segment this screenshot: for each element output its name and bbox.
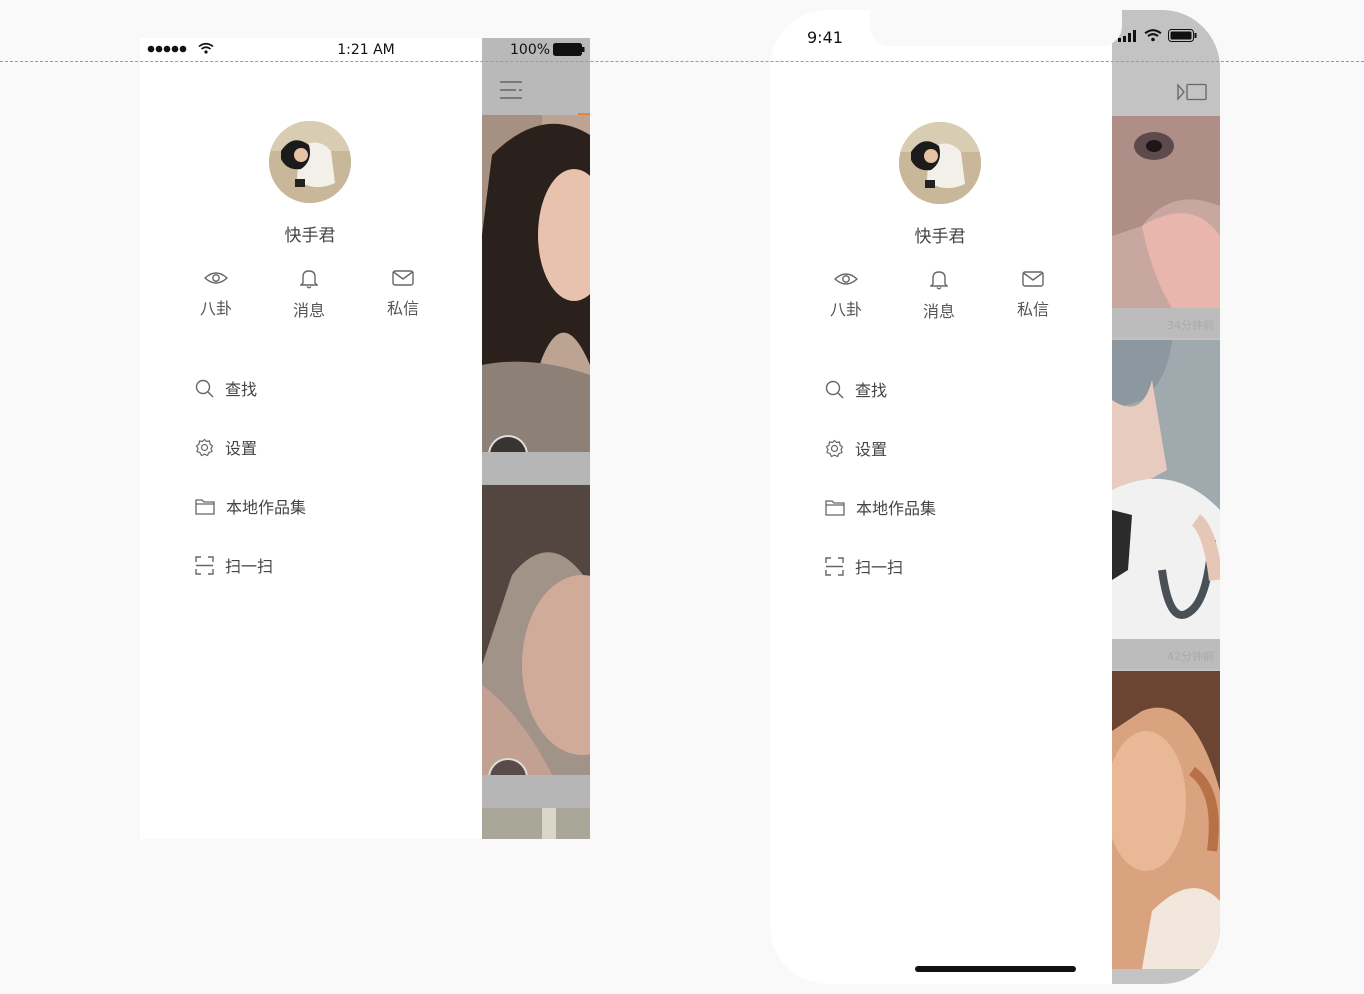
menu-item-search[interactable]: 查找 (825, 376, 887, 402)
side-drawer: 快手君 八卦 消息 私信 查找 设置 本地作品集 扫一扫 (770, 10, 1112, 984)
avatar[interactable] (269, 121, 351, 203)
status-bar: 1:21 AM 100% (140, 38, 590, 62)
feed-photo[interactable] (482, 485, 590, 775)
user-name[interactable]: 快手君 (250, 221, 370, 246)
menu-item-label: 扫一扫 (855, 558, 904, 577)
battery-percent: 100% (510, 42, 551, 58)
eye-icon (834, 273, 858, 285)
phone-frame-iphone8: 1:21 AM 100% 快手君 八卦 消息 私信 查找 设置 本地作品集 扫一… (140, 38, 590, 839)
bell-icon (300, 270, 318, 289)
quick-action-label: 私信 (1016, 300, 1049, 319)
quick-action-messages[interactable]: 消息 (279, 269, 339, 321)
quick-action-direct-message[interactable]: 私信 (1003, 270, 1063, 320)
folder-icon (825, 499, 845, 516)
quick-action-gossip[interactable]: 八卦 (186, 269, 246, 319)
quick-action-label: 八卦 (829, 300, 862, 319)
feed-photo[interactable] (1112, 340, 1220, 639)
feed-panel (482, 38, 590, 839)
feed-card-footer (482, 452, 590, 484)
quick-action-gossip[interactable]: 八卦 (816, 270, 876, 320)
gear-icon (195, 438, 214, 456)
battery-icon (553, 43, 585, 56)
feed-photo[interactable] (482, 808, 590, 839)
feed-photo[interactable] (1112, 671, 1220, 969)
home-indicator[interactable] (915, 966, 1076, 972)
menu-item-settings[interactable]: 设置 (195, 434, 257, 460)
menu-item-settings[interactable]: 设置 (825, 435, 887, 461)
bell-icon (930, 271, 948, 290)
signal-dots-icon (147, 45, 187, 53)
quick-action-messages[interactable]: 消息 (909, 270, 969, 322)
cellular-signal-icon (1118, 30, 1136, 42)
wifi-icon (1144, 29, 1162, 42)
guide-line (0, 61, 1364, 62)
video-camera-icon[interactable] (1176, 83, 1208, 101)
scan-icon (195, 555, 214, 575)
menu-item-search[interactable]: 查找 (195, 375, 257, 401)
eye-icon (204, 272, 228, 284)
avatar[interactable] (899, 122, 981, 204)
mail-icon (1022, 271, 1044, 287)
quick-action-label: 八卦 (199, 299, 232, 318)
search-icon (195, 379, 214, 397)
battery-icon (1168, 29, 1197, 42)
feed-photo[interactable] (1112, 116, 1220, 308)
status-bar: 9:41 (770, 24, 1220, 48)
feed-photo[interactable] (482, 115, 590, 452)
menu-item-scan[interactable]: 扫一扫 (825, 553, 903, 579)
gear-icon (825, 439, 844, 457)
menu-item-label: 查找 (225, 380, 258, 399)
search-icon (825, 380, 844, 398)
menu-item-label: 本地作品集 (856, 499, 937, 518)
status-time: 1:21 AM (337, 42, 395, 58)
side-drawer: 快手君 八卦 消息 私信 查找 设置 本地作品集 扫一扫 (140, 38, 482, 839)
menu-item-label: 设置 (225, 439, 258, 458)
mail-icon (392, 270, 414, 286)
menu-item-label: 本地作品集 (226, 498, 307, 517)
menu-item-local-works[interactable]: 本地作品集 (825, 494, 936, 520)
feed-card-footer (482, 775, 590, 807)
menu-item-label: 查找 (855, 381, 888, 400)
folder-icon (195, 498, 215, 515)
scan-icon (825, 556, 844, 576)
menu-item-label: 设置 (855, 440, 888, 459)
quick-action-direct-message[interactable]: 私信 (373, 269, 433, 319)
phone-frame-iphonex: 快手君 八卦 消息 私信 查找 设置 本地作品集 扫一扫 34分钟前 42分钟前… (770, 10, 1220, 984)
feed-panel: 34分钟前 42分钟前 (1112, 10, 1220, 984)
status-time: 9:41 (807, 28, 843, 47)
menu-icon[interactable] (499, 80, 523, 100)
menu-item-local-works[interactable]: 本地作品集 (195, 493, 306, 519)
quick-action-label: 消息 (922, 302, 955, 321)
post-time: 42分钟前 (1167, 650, 1214, 663)
quick-action-label: 私信 (386, 299, 419, 318)
post-time: 34分钟前 (1167, 319, 1214, 332)
user-name[interactable]: 快手君 (880, 222, 1000, 247)
menu-item-label: 扫一扫 (225, 557, 274, 576)
wifi-icon (198, 42, 214, 54)
menu-item-scan[interactable]: 扫一扫 (195, 552, 273, 578)
quick-action-label: 消息 (292, 301, 325, 320)
